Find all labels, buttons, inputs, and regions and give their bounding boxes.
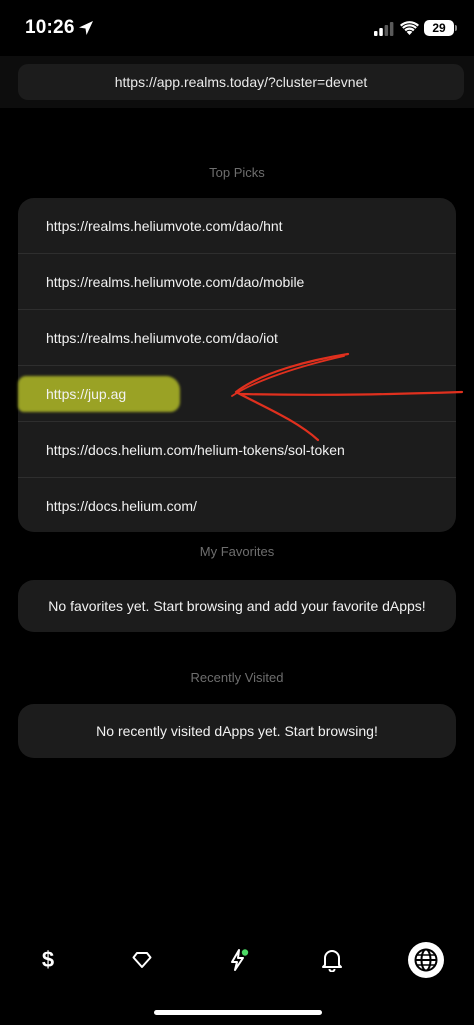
dollar-icon: $ bbox=[41, 947, 55, 972]
tab-activity[interactable] bbox=[218, 940, 258, 980]
favorites-title: My Favorites bbox=[199, 544, 275, 559]
home-indicator bbox=[154, 1010, 322, 1015]
status-time: 10:26 bbox=[25, 17, 75, 38]
lightning-icon bbox=[231, 949, 249, 971]
bell-icon bbox=[322, 950, 342, 972]
top-pick-item[interactable]: https://docs.helium.com/ bbox=[18, 478, 456, 534]
tab-notifications[interactable] bbox=[312, 940, 352, 980]
status-bar: 10:26 29 bbox=[0, 0, 474, 56]
top-pick-item[interactable]: https://docs.helium.com/helium-tokens/so… bbox=[18, 422, 456, 478]
tab-wallet[interactable]: $ bbox=[28, 940, 68, 980]
battery-indicator: 29 bbox=[424, 20, 454, 36]
wifi-icon bbox=[400, 21, 419, 35]
browser-header: https://app.realms.today/?cluster=devnet bbox=[0, 56, 474, 108]
tab-bar: $ bbox=[0, 930, 474, 990]
top-pick-item[interactable]: https://realms.heliumvote.com/dao/iot bbox=[18, 310, 456, 366]
diamond-icon bbox=[132, 952, 152, 968]
tab-collectables[interactable] bbox=[122, 940, 162, 980]
recently-visited-empty-card: No recently visited dApps yet. Start bro… bbox=[18, 704, 456, 758]
globe-icon bbox=[408, 942, 444, 978]
battery-nub bbox=[455, 25, 457, 31]
cellular-signal-icon bbox=[374, 22, 394, 36]
top-pick-item-jup-overlay[interactable]: https://jup.ag bbox=[18, 366, 456, 422]
recently-visited-title: Recently Visited bbox=[190, 670, 284, 685]
top-pick-item[interactable]: https://realms.heliumvote.com/dao/mobile bbox=[18, 254, 456, 310]
favorites-empty-card: No favorites yet. Start browsing and add… bbox=[18, 580, 456, 632]
url-bar[interactable]: https://app.realms.today/?cluster=devnet bbox=[18, 64, 464, 100]
top-pick-item[interactable]: https://realms.heliumvote.com/dao/hnt bbox=[18, 198, 456, 254]
location-arrow-icon bbox=[79, 21, 93, 35]
top-picks-list: https://realms.heliumvote.com/dao/hnt ht… bbox=[18, 198, 456, 532]
top-picks-title: Top Picks bbox=[209, 165, 265, 180]
tab-browser[interactable] bbox=[406, 940, 446, 980]
